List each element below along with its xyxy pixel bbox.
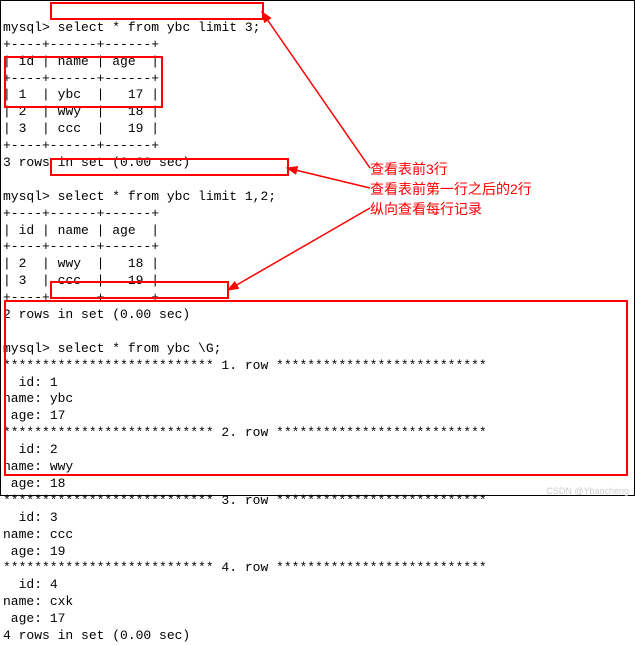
row-separator: *************************** 2. row *****… xyxy=(3,425,487,440)
table-separator: +----+------+------+ xyxy=(3,37,159,52)
field-value: 18 xyxy=(50,476,66,491)
table-separator: +----+------+------+ xyxy=(3,138,159,153)
query-1[interactable]: select * from ybc limit 3; xyxy=(58,20,261,35)
cell-name: ccc xyxy=(58,273,81,288)
result-footer: 2 rows in set (0.00 sec) xyxy=(3,307,190,322)
field-value: 17 xyxy=(50,611,66,626)
field-value: cxk xyxy=(50,594,73,609)
cell-age: 17 xyxy=(128,87,144,102)
table-separator: +----+------+------+ xyxy=(3,239,159,254)
field-value: 2 xyxy=(50,442,58,457)
table-separator: +----+------+------+ xyxy=(3,206,159,221)
cell-age: 19 xyxy=(128,121,144,136)
cell-age: 18 xyxy=(128,104,144,119)
field-label: id: xyxy=(3,510,42,525)
row-separator: *************************** 3. row *****… xyxy=(3,493,487,508)
mysql-prompt: mysql> xyxy=(3,189,50,204)
field-label: id: xyxy=(3,442,42,457)
field-value: ybc xyxy=(50,391,73,406)
field-value: 17 xyxy=(50,408,66,423)
field-value: 19 xyxy=(50,544,66,559)
cell-name: wwy xyxy=(58,104,81,119)
field-label: age: xyxy=(3,544,42,559)
field-label: name: xyxy=(3,594,42,609)
cell-id: 3 xyxy=(19,273,27,288)
result-footer: 4 rows in set (0.00 sec) xyxy=(3,628,190,643)
terminal-window: mysql> select * from ybc limit 3; +----+… xyxy=(0,0,635,496)
result-footer: 3 rows in set (0.00 sec) xyxy=(3,155,190,170)
field-label: age: xyxy=(3,611,42,626)
cell-name: ybc xyxy=(58,87,81,102)
field-label: id: xyxy=(3,577,42,592)
cell-id: 1 xyxy=(19,87,27,102)
table-separator: +----+------+------+ xyxy=(3,71,159,86)
cell-id: 3 xyxy=(19,121,27,136)
mysql-prompt: mysql> xyxy=(3,20,50,35)
watermark: CSDN @Ybaocheng xyxy=(546,486,629,498)
mysql-prompt: mysql> xyxy=(3,341,50,356)
query-3[interactable]: select * from ybc \G; xyxy=(58,341,222,356)
cell-age: 18 xyxy=(128,256,144,271)
table-header: | id | name | age | xyxy=(3,223,159,238)
field-label: age: xyxy=(3,408,42,423)
row-separator: *************************** 4. row *****… xyxy=(3,560,487,575)
field-value: 1 xyxy=(50,375,58,390)
cell-name: ccc xyxy=(58,121,81,136)
annotation-1: 查看表前3行 xyxy=(370,160,448,178)
annotation-3: 纵向查看每行记录 xyxy=(370,200,482,218)
field-label: name: xyxy=(3,527,42,542)
cell-id: 2 xyxy=(19,104,27,119)
field-value: ccc xyxy=(50,527,73,542)
field-label: age: xyxy=(3,476,42,491)
annotation-2: 查看表前第一行之后的2行 xyxy=(370,180,532,198)
field-value: wwy xyxy=(50,459,73,474)
row-separator: *************************** 1. row *****… xyxy=(3,358,487,373)
table-header: | id | name | age | xyxy=(3,54,159,69)
query-2[interactable]: select * from ybc limit 1,2; xyxy=(58,189,276,204)
cell-id: 2 xyxy=(19,256,27,271)
field-value: 3 xyxy=(50,510,58,525)
field-value: 4 xyxy=(50,577,58,592)
cell-name: wwy xyxy=(58,256,81,271)
table-separator: +----+------+------+ xyxy=(3,290,159,305)
cell-age: 19 xyxy=(128,273,144,288)
field-label: name: xyxy=(3,459,42,474)
field-label: id: xyxy=(3,375,42,390)
field-label: name: xyxy=(3,391,42,406)
